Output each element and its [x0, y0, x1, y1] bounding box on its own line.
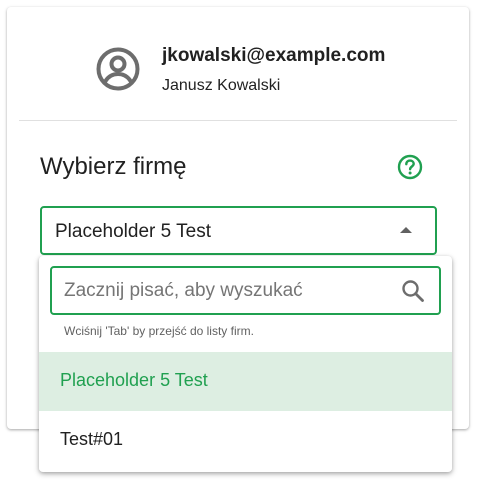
company-dropdown: Wciśnij 'Tab' by przejść do listy firm. … [39, 256, 452, 472]
list-item-label: Placeholder 5 Test [60, 370, 208, 390]
list-item-label: Test#01 [60, 429, 124, 449]
search-icon[interactable] [401, 279, 425, 303]
search-hint: Wciśnij 'Tab' by przejść do listy firm. [64, 324, 254, 338]
company-select-value: Placeholder 5 Test [55, 221, 211, 242]
user-header: jkowalski@example.com Janusz Kowalski [7, 7, 469, 121]
account-circle-icon [96, 47, 140, 91]
page-title: Wybierz firmę [40, 153, 187, 180]
list-item[interactable]: Placeholder 5 Test [39, 352, 452, 411]
company-select[interactable]: Placeholder 5 Test [40, 206, 437, 255]
list-item[interactable]: Test#01 [39, 411, 452, 470]
search-input[interactable] [64, 268, 384, 313]
divider [19, 120, 457, 121]
search-box [50, 266, 441, 315]
caret-up-icon [400, 227, 412, 233]
user-name: Janusz Kowalski [162, 77, 281, 94]
help-circle-icon[interactable] [397, 154, 423, 180]
user-email: jkowalski@example.com [162, 45, 386, 66]
